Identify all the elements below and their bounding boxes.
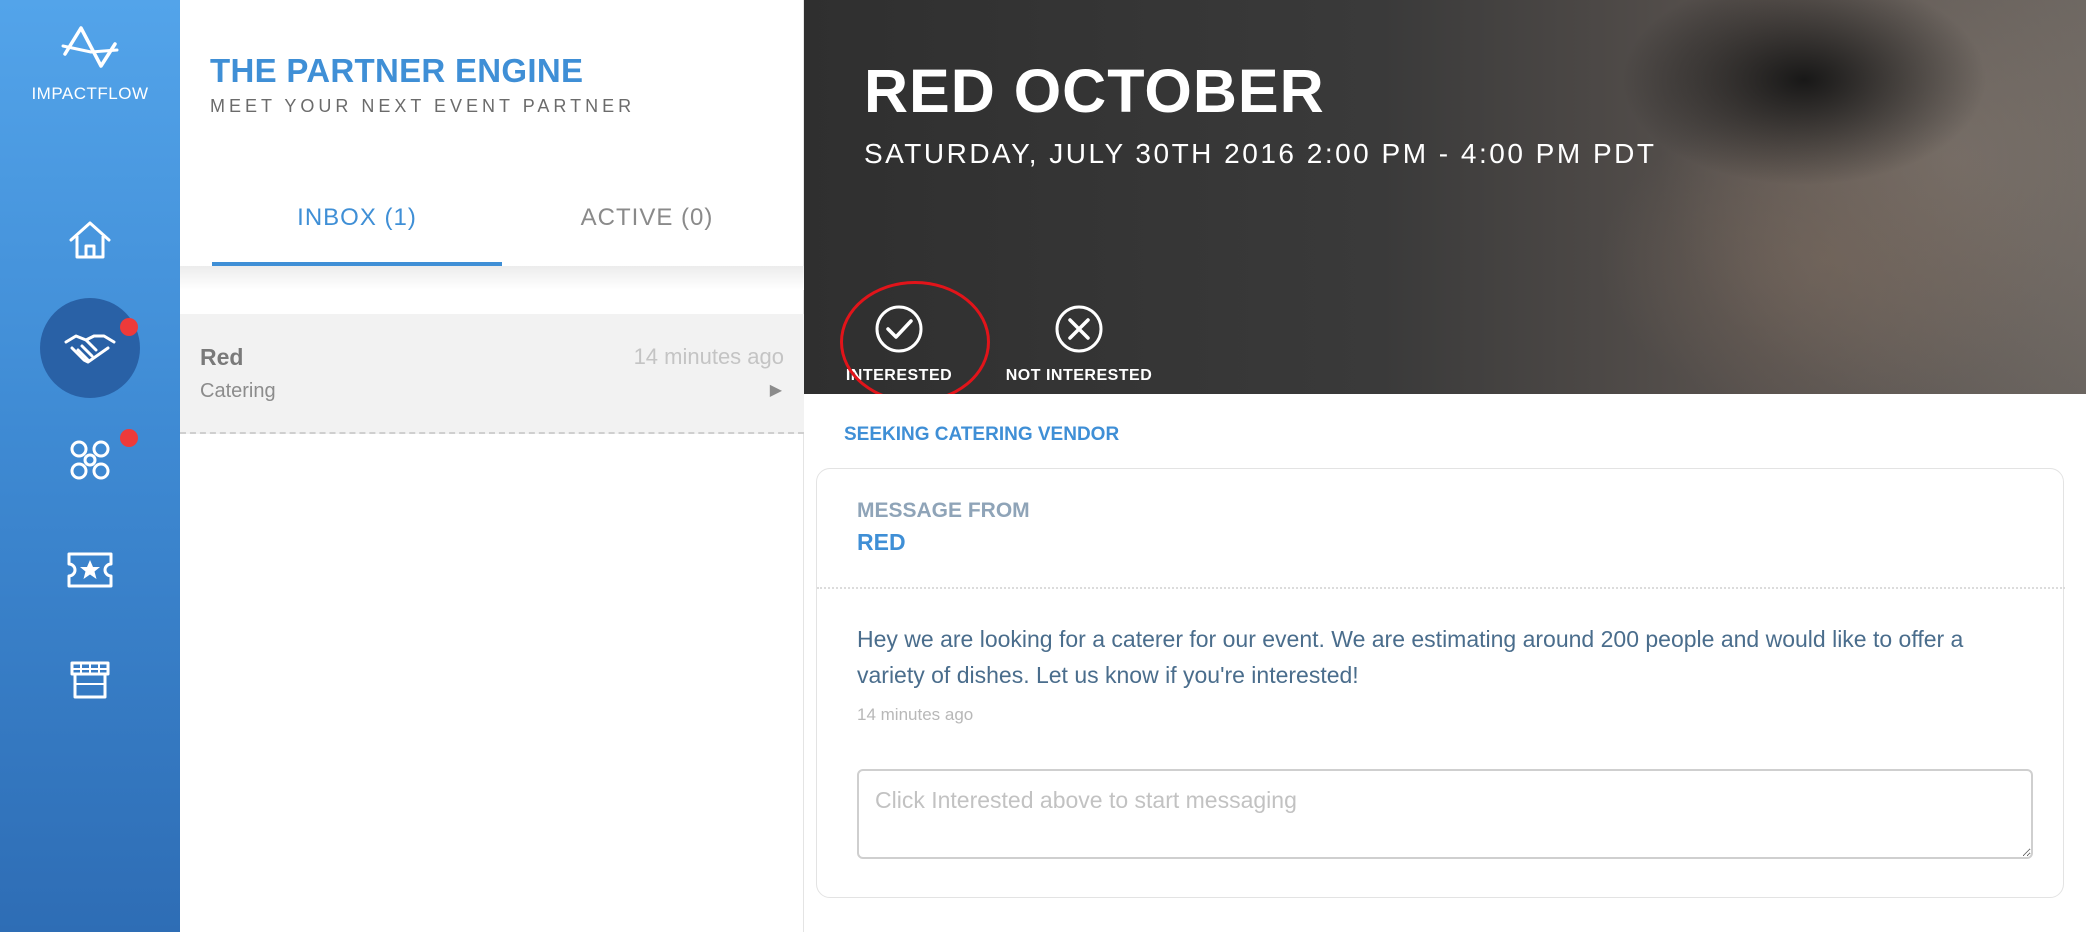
- event-detail: RED OCTOBER SATURDAY, JULY 30TH 2016 2:0…: [804, 0, 2086, 932]
- interested-label: INTERESTED: [845, 367, 953, 384]
- check-circle-icon: [875, 305, 923, 353]
- seeking-label: SEEKING CATERING VENDOR: [844, 424, 1120, 445]
- tab-active[interactable]: ACTIVE (0): [502, 190, 792, 266]
- logo-text: IMPACTFLOW: [31, 84, 149, 103]
- message-body: Hey we are looking for a caterer for our…: [857, 626, 1964, 688]
- interested-button[interactable]: INTERESTED: [844, 304, 954, 385]
- panel-subtitle: MEET YOUR NEXT EVENT PARTNER: [210, 96, 636, 116]
- message-time: 14 minutes ago: [857, 705, 974, 724]
- storefront-icon: [70, 661, 110, 699]
- event-hero: RED OCTOBER SATURDAY, JULY 30TH 2016 2:0…: [804, 0, 2086, 394]
- not-interested-label: NOT INTERESTED: [1005, 367, 1153, 384]
- ticket-star-icon: [67, 552, 113, 588]
- nav-tickets[interactable]: [40, 520, 140, 620]
- close-circle-icon: [1055, 305, 1103, 353]
- nav-partners[interactable]: [40, 298, 140, 398]
- not-interested-button[interactable]: NOT INTERESTED: [1004, 304, 1154, 385]
- nav-rail: IMPACTFLOW: [0, 0, 180, 932]
- home-icon: [69, 221, 111, 259]
- nav-vendors[interactable]: [40, 630, 140, 730]
- message-heading: MESSAGE FROM: [857, 499, 1030, 522]
- handshake-icon: [64, 334, 116, 364]
- impactflow-logo[interactable]: IMPACTFLOW: [0, 22, 180, 104]
- tab-inbox[interactable]: INBOX (1): [212, 190, 502, 266]
- nav-home[interactable]: [40, 190, 140, 290]
- message-card: MESSAGE FROM RED Hey we are looking for …: [816, 468, 2065, 898]
- inbox-tabs: INBOX (1) ACTIVE (0): [212, 190, 806, 266]
- event-date: SATURDAY, JULY 30TH 2016 2:00 PM - 4:00 …: [864, 138, 1657, 169]
- play-arrow-icon: ▶: [769, 382, 782, 399]
- list-item-name: Red: [200, 344, 244, 370]
- list-item[interactable]: Red Catering 14 minutes ago ▶: [180, 314, 804, 434]
- card-divider: [817, 587, 2065, 589]
- reply-textarea[interactable]: [857, 769, 2033, 859]
- impactflow-logo-icon: [61, 26, 119, 68]
- list-item-time: 14 minutes ago: [633, 344, 784, 369]
- message-sender: RED: [857, 529, 906, 555]
- network-icon: [70, 440, 110, 480]
- list-item-category: Catering: [200, 380, 276, 402]
- network-notification-badge: [120, 429, 138, 447]
- nav-network[interactable]: [40, 410, 140, 510]
- partner-list-panel: THE PARTNER ENGINE MEET YOUR NEXT EVENT …: [180, 0, 804, 932]
- event-title: RED OCTOBER: [864, 57, 1325, 125]
- panel-title: THE PARTNER ENGINE: [210, 52, 584, 89]
- tabs-shadow: [180, 266, 804, 290]
- partners-notification-badge: [120, 318, 138, 336]
